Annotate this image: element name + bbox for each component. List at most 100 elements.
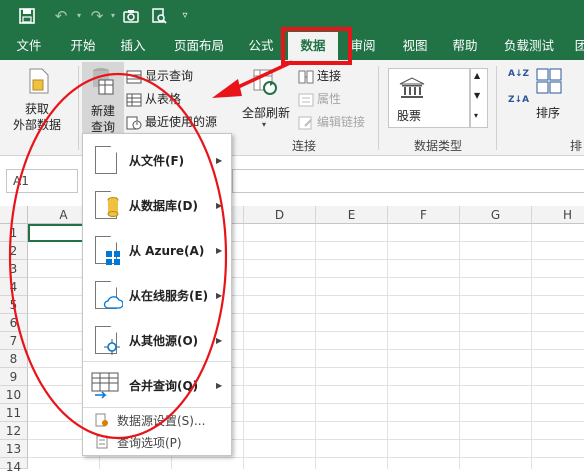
edit-links-button[interactable]: 编辑链接 (298, 112, 365, 133)
data-source-settings-item[interactable]: 数据源设置(S)... (83, 409, 231, 431)
get-external-data-line2: 外部数据 (12, 118, 61, 132)
redo-icon[interactable]: ↷ (86, 0, 108, 32)
column-header[interactable]: F (388, 206, 460, 224)
print-preview-icon[interactable] (148, 0, 170, 32)
gallery-scroll[interactable]: ▲ ▼ ▾ (470, 68, 488, 128)
database-cylinder-icon (107, 197, 119, 217)
tab-file[interactable]: 文件 (8, 32, 50, 60)
connections-button[interactable]: 连接 (298, 66, 341, 87)
sort-label: 排序 (536, 106, 561, 120)
row-header[interactable]: 8 (0, 350, 28, 368)
recent-sources-icon (126, 116, 142, 129)
row-header[interactable]: 7 (0, 332, 28, 350)
tab-formulas[interactable]: 公式 (240, 32, 282, 60)
settings-gear-icon (95, 413, 108, 427)
show-queries-label: 显示查询 (145, 69, 194, 83)
row-header[interactable]: 1 (0, 224, 28, 242)
sort-icon (536, 68, 562, 94)
get-external-data-line1: 获取 (24, 102, 49, 116)
customize-quick-access-icon[interactable]: ▿ (176, 0, 194, 32)
undo-dropdown-icon[interactable]: ▾ (74, 0, 84, 32)
from-azure-item[interactable]: 从 Azure(A) ▶ (83, 228, 231, 272)
external-data-icon (29, 68, 49, 94)
menu-divider (83, 407, 231, 408)
chevron-down-icon[interactable]: ▼ (474, 91, 480, 100)
row-header[interactable]: 10 (0, 386, 28, 404)
row-header[interactable]: 9 (0, 368, 28, 386)
new-query-button[interactable]: 新建 查询 (82, 62, 124, 136)
tab-review[interactable]: 审阅 (342, 32, 384, 60)
data-types-group-label: 数据类型 (414, 139, 463, 153)
tab-help[interactable]: 帮助 (444, 32, 486, 60)
connector-icon (104, 339, 120, 355)
sort-az-icon[interactable]: A↓Z (508, 70, 529, 90)
chevron-down-icon: ▾ (262, 120, 267, 129)
chevron-up-icon[interactable]: ▲ (474, 71, 480, 80)
show-queries-button[interactable]: 显示查询 (126, 66, 193, 87)
menu-item-label: 从文件(F) (129, 153, 185, 168)
connections-label: 连接 (317, 69, 342, 83)
row-header[interactable]: 13 (0, 440, 28, 458)
combine-queries-icon (91, 372, 119, 399)
get-external-data-button[interactable]: 获取 外部数据 (4, 64, 70, 134)
column-header[interactable]: D (244, 206, 316, 224)
row-header[interactable]: 14 (0, 458, 28, 474)
save-icon[interactable] (16, 0, 38, 32)
sort-button[interactable]: 排序 (532, 66, 566, 130)
undo-icon[interactable]: ↶ (50, 0, 72, 32)
menu-item-label: 数据源设置(S)... (117, 413, 206, 428)
sort-za-icon[interactable]: Z↓A (508, 96, 529, 116)
row-header[interactable]: 4 (0, 278, 28, 296)
group-divider (378, 66, 379, 150)
row-header[interactable]: 12 (0, 422, 28, 440)
from-file-item[interactable]: 从文件(F) ▶ (83, 138, 231, 182)
camera-icon[interactable] (120, 0, 142, 32)
from-online-services-item[interactable]: 从在线服务(E) ▶ (83, 273, 231, 317)
submenu-arrow-icon: ▶ (216, 290, 223, 300)
menu-item-label: 合并查询(Q) (129, 378, 199, 393)
select-all-corner[interactable] (0, 206, 28, 224)
sort-filter-group-label: 排 (570, 139, 583, 153)
row-header[interactable]: 2 (0, 242, 28, 260)
edit-links-icon (298, 116, 312, 129)
tab-home[interactable]: 开始 (62, 32, 104, 60)
redo-dropdown-icon[interactable]: ▾ (108, 0, 118, 32)
from-table-label: 从表格 (145, 92, 182, 106)
tab-data[interactable]: 数据 (288, 32, 338, 60)
formula-input[interactable] (232, 169, 584, 193)
tab-view[interactable]: 视图 (394, 32, 436, 60)
tab-team[interactable]: 团 (566, 32, 584, 60)
column-header[interactable]: E (316, 206, 388, 224)
new-query-dropdown: 从文件(F) ▶ 从数据库(D) ▶ 从 Azure(A) ▶ 从在线服务(E)… (82, 133, 232, 456)
row-header[interactable]: 3 (0, 260, 28, 278)
row-header[interactable]: 6 (0, 314, 28, 332)
column-header[interactable]: G (460, 206, 532, 224)
properties-button[interactable]: 属性 (298, 89, 341, 110)
menu-divider (83, 361, 231, 362)
recent-sources-button[interactable]: 最近使用的源 (126, 112, 217, 133)
edit-links-label: 编辑链接 (317, 115, 366, 129)
submenu-arrow-icon: ▶ (216, 155, 223, 165)
tab-load-test[interactable]: 负载测试 (498, 32, 560, 60)
tab-insert[interactable]: 插入 (112, 32, 154, 60)
query-options-item[interactable]: 查询选项(P) (83, 431, 231, 453)
refresh-all-icon (253, 69, 277, 95)
refresh-all-button[interactable]: 全部刷新 ▾ (238, 64, 294, 134)
column-header[interactable]: H (532, 206, 584, 224)
from-other-sources-item[interactable]: 从其他源(O) ▶ (83, 318, 231, 362)
options-icon (96, 435, 108, 449)
row-header[interactable]: 11 (0, 404, 28, 422)
from-table-button[interactable]: 从表格 (126, 89, 181, 110)
tab-page-layout[interactable]: 页面布局 (168, 32, 230, 60)
submenu-arrow-icon: ▶ (216, 245, 223, 255)
combine-queries-item[interactable]: 合并查询(Q) ▶ (83, 363, 231, 407)
table-icon (126, 93, 142, 106)
cloud-icon (103, 296, 123, 309)
gallery-more-icon[interactable]: ▾ (474, 111, 478, 120)
menu-item-label: 查询选项(P) (117, 435, 182, 450)
stock-data-type-gallery[interactable]: 股票 (388, 68, 470, 128)
from-database-item[interactable]: 从数据库(D) ▶ (83, 183, 231, 227)
row-header[interactable]: 5 (0, 296, 28, 314)
name-box[interactable]: A1 (6, 169, 78, 193)
recent-sources-label: 最近使用的源 (145, 115, 218, 129)
